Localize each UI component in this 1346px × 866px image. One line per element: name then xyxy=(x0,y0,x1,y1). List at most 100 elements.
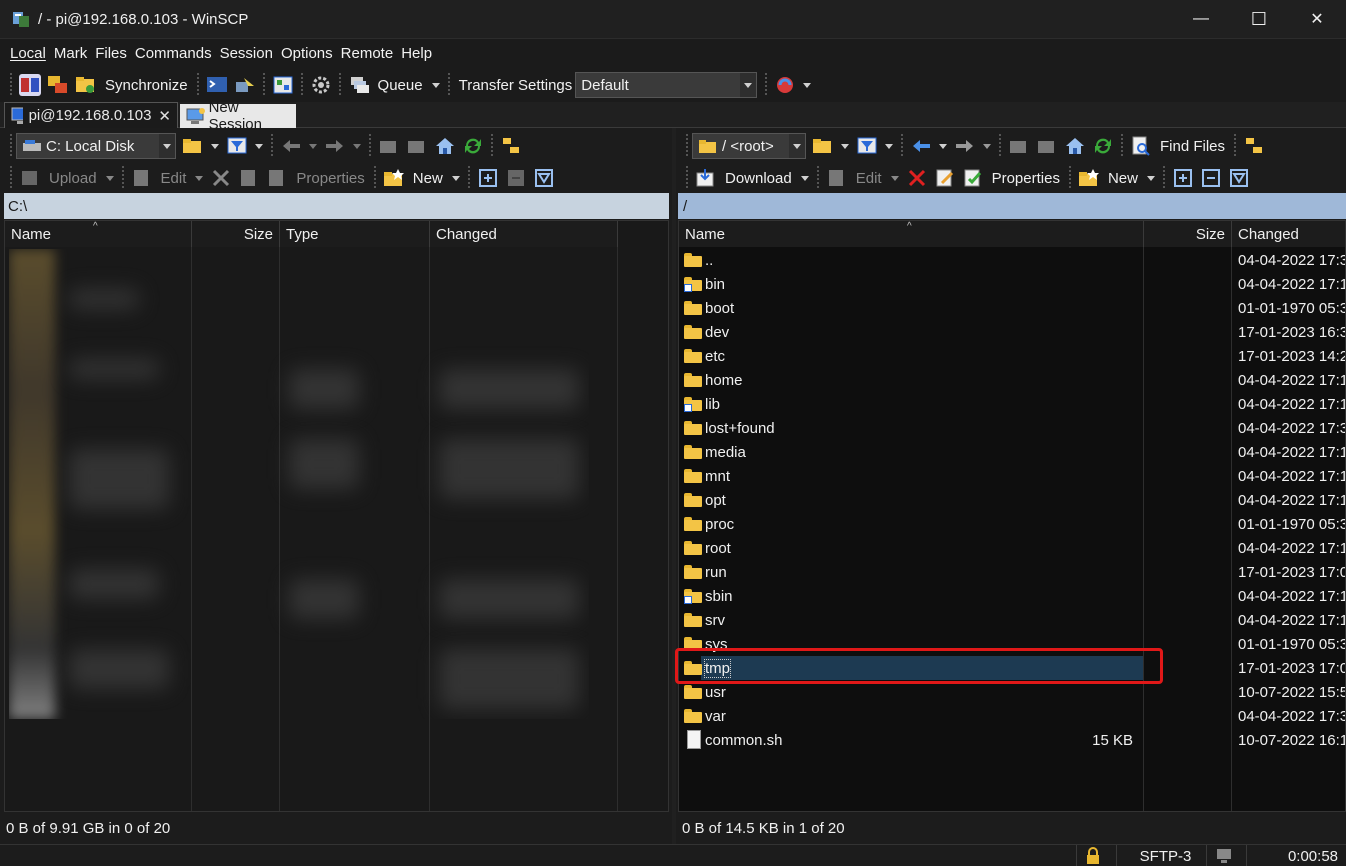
unselect-files-icon[interactable] xyxy=(1200,167,1222,189)
file-row[interactable]: common.sh 15 KB 10-07-2022 16:1 xyxy=(679,728,1345,752)
download-icon[interactable] xyxy=(695,167,717,189)
synchronize-button[interactable]: Synchronize xyxy=(105,77,188,94)
column-changed[interactable]: Changed xyxy=(1232,221,1345,247)
preferences-panel-icon[interactable] xyxy=(272,74,294,96)
parent-directory-icon[interactable] xyxy=(378,135,400,157)
queue-icon[interactable] xyxy=(348,74,370,96)
gear-icon[interactable] xyxy=(310,74,332,96)
file-row[interactable]: lost+found 04-04-2022 17:3 xyxy=(679,416,1345,440)
edit-button[interactable]: Edit xyxy=(856,170,882,187)
find-files-button[interactable]: Find Files xyxy=(1160,138,1225,155)
open-folder-dropdown-arrow[interactable] xyxy=(841,143,849,149)
chevron-down-icon[interactable] xyxy=(789,134,805,158)
home-icon[interactable] xyxy=(434,135,456,157)
new-dropdown-arrow[interactable] xyxy=(451,175,460,181)
file-row[interactable]: usr 10-07-2022 15:5 xyxy=(679,680,1345,704)
column-name[interactable]: Name xyxy=(5,221,192,247)
forward-dropdown-arrow[interactable] xyxy=(983,143,991,149)
home-icon[interactable] xyxy=(1064,135,1086,157)
parent-directory-icon[interactable] xyxy=(1008,135,1030,157)
upload-dropdown-arrow[interactable] xyxy=(105,175,114,181)
remote-directory-select[interactable]: / <root> xyxy=(692,133,806,159)
back-arrow-icon[interactable] xyxy=(910,135,932,157)
select-files-icon[interactable] xyxy=(1172,167,1194,189)
tab-session[interactable]: pi@192.168.0.103 ✕ xyxy=(4,102,178,128)
remote-file-list[interactable]: Name ^ Size Changed .. 04-04-2022 17:3 bin… xyxy=(675,220,1346,812)
forward-arrow-icon[interactable] xyxy=(954,135,976,157)
tree-view-icon[interactable] xyxy=(1243,135,1265,157)
back-dropdown-arrow[interactable] xyxy=(309,143,317,149)
minimize-button[interactable]: — xyxy=(1172,0,1230,38)
back-arrow-icon[interactable] xyxy=(280,135,302,157)
file-row[interactable]: run 17-01-2023 17:0 xyxy=(679,560,1345,584)
rename-icon[interactable] xyxy=(238,167,260,189)
new-button[interactable]: New xyxy=(413,170,443,187)
properties-icon[interactable] xyxy=(962,167,984,189)
new-button[interactable]: New xyxy=(1108,170,1138,187)
filter-dropdown-arrow[interactable] xyxy=(885,143,893,149)
menu-mark[interactable]: Mark xyxy=(54,45,87,62)
file-row[interactable]: sbin 04-04-2022 17:1 xyxy=(679,584,1345,608)
open-folder-icon[interactable] xyxy=(812,135,834,157)
back-dropdown-arrow[interactable] xyxy=(939,143,947,149)
file-row[interactable]: etc 17-01-2023 14:2 xyxy=(679,344,1345,368)
root-directory-icon[interactable] xyxy=(1036,135,1058,157)
column-type[interactable]: Type xyxy=(280,221,430,247)
maximize-button[interactable]: ☐ xyxy=(1230,0,1288,38)
properties-icon[interactable] xyxy=(266,167,288,189)
file-row[interactable]: media 04-04-2022 17:1 xyxy=(679,440,1345,464)
column-size[interactable]: Size xyxy=(1144,221,1232,247)
select-files-icon[interactable] xyxy=(477,167,499,189)
file-row[interactable]: .. 04-04-2022 17:3 xyxy=(679,248,1345,272)
filter-dropdown-arrow[interactable] xyxy=(255,143,263,149)
unselect-files-icon[interactable] xyxy=(505,167,527,189)
close-tab-icon[interactable]: ✕ xyxy=(158,107,171,125)
column-changed[interactable]: Changed xyxy=(430,221,618,247)
open-folder-dropdown-arrow[interactable] xyxy=(211,143,219,149)
edit-dropdown-arrow[interactable] xyxy=(890,175,899,181)
upload-icon[interactable] xyxy=(19,167,41,189)
local-file-list[interactable]: Name ^ Size Type Changed xyxy=(4,220,669,812)
menu-options[interactable]: Options xyxy=(281,45,333,62)
properties-button[interactable]: Properties xyxy=(992,170,1060,187)
tab-new-session[interactable]: New Session xyxy=(180,99,296,133)
column-size[interactable]: Size xyxy=(192,221,280,247)
tree-view-icon[interactable] xyxy=(500,135,522,157)
filter-files-icon[interactable] xyxy=(1228,167,1250,189)
compare-directories-icon[interactable] xyxy=(19,74,41,96)
file-row[interactable]: opt 04-04-2022 17:1 xyxy=(679,488,1345,512)
transfer-settings-select[interactable]: Default xyxy=(575,72,758,98)
file-row[interactable]: home 04-04-2022 17:1 xyxy=(679,368,1345,392)
file-row[interactable]: srv 04-04-2022 17:1 xyxy=(679,608,1345,632)
file-row[interactable]: root 04-04-2022 17:1 xyxy=(679,536,1345,560)
queue-dropdown-arrow[interactable] xyxy=(431,82,440,88)
file-row[interactable]: dev 17-01-2023 16:3 xyxy=(679,320,1345,344)
chevron-down-icon[interactable] xyxy=(740,73,757,97)
delete-icon[interactable] xyxy=(906,167,928,189)
new-dropdown-arrow[interactable] xyxy=(1146,175,1155,181)
download-button[interactable]: Download xyxy=(725,170,792,187)
console-icon[interactable] xyxy=(206,74,228,96)
refresh-icon[interactable] xyxy=(1092,135,1114,157)
edit-dropdown-arrow[interactable] xyxy=(195,175,204,181)
menu-files[interactable]: Files xyxy=(95,45,127,62)
upload-button[interactable]: Upload xyxy=(49,170,97,187)
edit-button[interactable]: Edit xyxy=(161,170,187,187)
new-folder-icon[interactable] xyxy=(383,167,405,189)
new-folder-icon[interactable] xyxy=(1078,167,1100,189)
download-dropdown-arrow[interactable] xyxy=(800,175,809,181)
filter-icon[interactable] xyxy=(856,135,878,157)
file-row[interactable]: lib 04-04-2022 17:1 xyxy=(679,392,1345,416)
edit-icon[interactable] xyxy=(131,167,153,189)
rename-icon[interactable] xyxy=(934,167,956,189)
refresh-icon[interactable] xyxy=(462,135,484,157)
forward-arrow-icon[interactable] xyxy=(324,135,346,157)
menu-commands[interactable]: Commands xyxy=(135,45,212,62)
filter-icon[interactable] xyxy=(226,135,248,157)
reconnect-dropdown-arrow[interactable] xyxy=(803,82,812,88)
file-row[interactable]: var 04-04-2022 17:3 xyxy=(679,704,1345,728)
file-row[interactable]: bin 04-04-2022 17:1 xyxy=(679,272,1345,296)
synchronize-icon[interactable] xyxy=(75,74,97,96)
remote-path-bar[interactable]: / xyxy=(678,193,1346,219)
synchronize-browsing-icon[interactable] xyxy=(47,74,69,96)
